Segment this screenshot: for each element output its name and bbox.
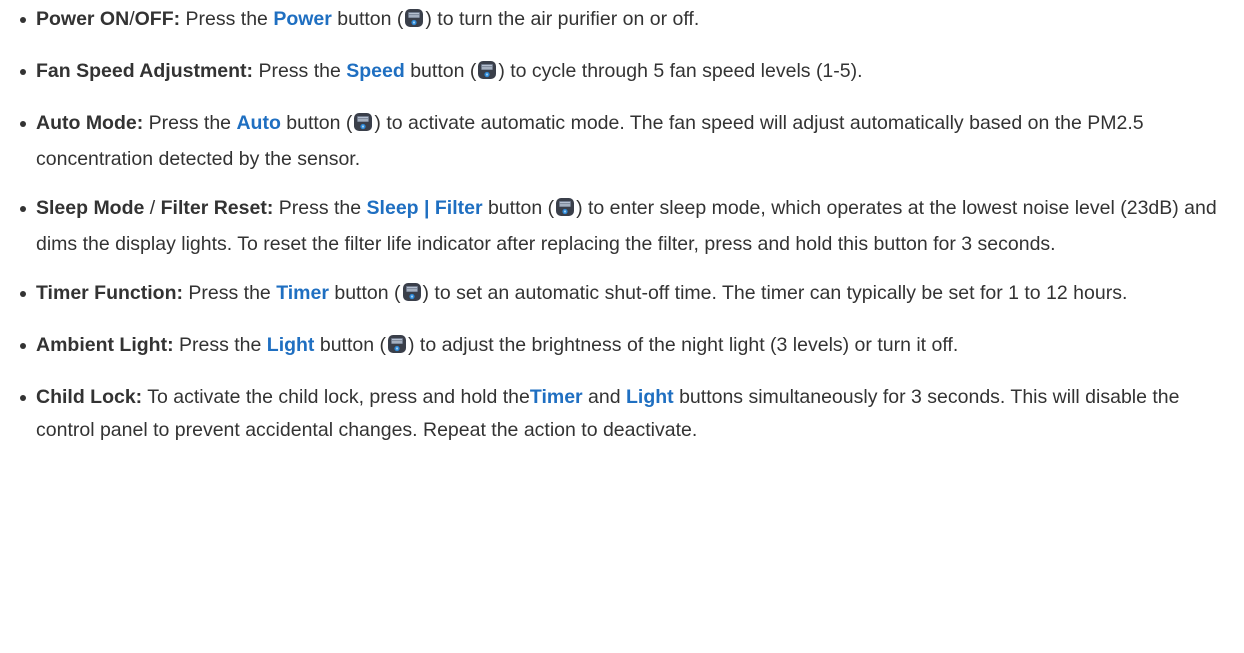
button-name-label: Speed <box>346 60 405 82</box>
description-text: Press the <box>180 8 274 30</box>
feature-term: Timer Function: <box>36 282 183 304</box>
list-item: Sleep Mode / Filter Reset: Press the Sle… <box>0 192 1244 261</box>
feature-term: Power ON <box>36 8 130 30</box>
list-item: Power ON/OFF: Press the Power button () … <box>0 3 1244 39</box>
description-text: button ( <box>482 197 555 219</box>
description-text: ) to set an automatic shut-off time. The… <box>422 282 1128 304</box>
list-item: Auto Mode: Press the Auto button () to a… <box>0 107 1244 176</box>
feature-term: Auto Mode: <box>36 112 144 134</box>
feature-term: OFF: <box>134 8 181 30</box>
button-icon <box>555 195 575 228</box>
description-text: button ( <box>314 334 386 356</box>
description-text: button ( <box>331 8 404 30</box>
description-text: and <box>582 386 627 408</box>
description-text: / <box>144 197 161 219</box>
feature-term: Filter Reset: <box>160 197 274 219</box>
feature-term: Child Lock: <box>36 386 143 408</box>
button-name-label: Timer <box>529 386 583 408</box>
list-item: Ambient Light: Press the Light button ()… <box>0 329 1244 365</box>
button-name-label: Sleep | Filter <box>366 197 483 219</box>
description-text: Press the <box>273 197 367 219</box>
description-text: button ( <box>280 112 353 134</box>
button-icon <box>353 110 373 143</box>
feature-list: Power ON / OFF: Press the Power button ( ) … <box>0 0 1244 447</box>
description-text: ) to turn the air purifier on or off. <box>425 8 700 30</box>
description-text: Press the <box>253 60 347 82</box>
description-text: Press the <box>182 282 277 304</box>
description-text: Press the <box>143 112 237 134</box>
feature-term: Ambient Light: <box>36 334 174 356</box>
button-name-label: Light <box>266 334 315 356</box>
button-name-label: Auto <box>236 112 281 134</box>
button-name-label: Light <box>626 386 674 408</box>
button-icon <box>477 58 497 91</box>
description-text: ) to cycle through 5 fan speed levels (1… <box>498 60 863 82</box>
button-name-label: Timer <box>276 282 329 304</box>
button-icon <box>404 6 424 39</box>
list-item: Child Lock: To activate the child lock, … <box>0 381 1244 447</box>
description-text: button ( <box>328 282 401 304</box>
button-icon <box>402 280 422 313</box>
description-text: To activate the child lock, press and ho… <box>142 386 530 408</box>
list-item: Timer Function: Press the Timer button (… <box>0 277 1244 313</box>
list-item: Fan Speed Adjustment: Press the Speed bu… <box>0 55 1244 91</box>
button-name-label: Power <box>273 8 332 30</box>
feature-term: Sleep Mode <box>36 197 145 219</box>
description-text: Press the <box>173 334 267 356</box>
description-text: button ( <box>404 60 477 82</box>
button-icon <box>387 332 407 365</box>
feature-term: Fan Speed Adjustment: <box>36 60 254 82</box>
description-text: ) to adjust the brightness of the night … <box>407 334 959 356</box>
